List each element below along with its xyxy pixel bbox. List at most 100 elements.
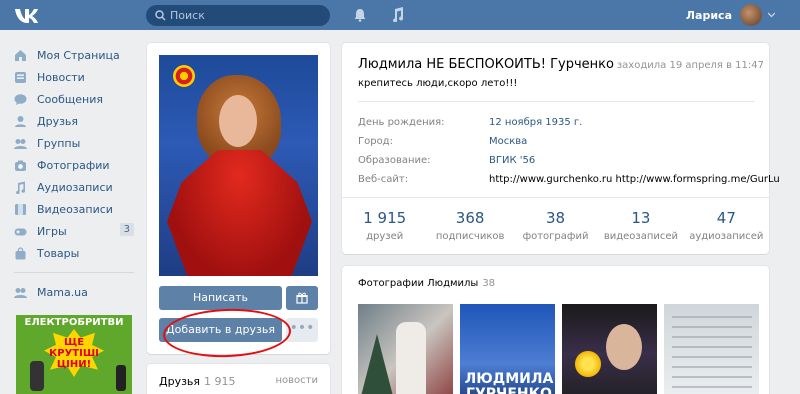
ad-burst-text: ЩЕ КРУТІШІ ЦІНИ!: [49, 337, 99, 370]
group-icon: [14, 138, 27, 149]
sidebar-item-mama-ua[interactable]: Mama.ua: [14, 281, 134, 303]
counter-number: 13: [631, 209, 651, 227]
sidebar-item-label: Игры: [37, 224, 67, 238]
info-key: Город:: [358, 136, 393, 147]
ad-product-image: [116, 365, 126, 391]
music-note-icon[interactable]: [391, 7, 404, 22]
thumb-text-lines: [672, 316, 752, 394]
profile-avatar-card: Написать сообщение Добавить в друзья •••: [147, 43, 330, 354]
last-seen: заходила 19 апреля в 11:47: [616, 60, 764, 71]
friends-block: Друзья 1 915 новости: [147, 364, 330, 394]
photo-thumbnail[interactable]: [358, 304, 453, 394]
sidebar-nav: Моя Страница Новости Сообщения Друзья Гр…: [14, 44, 134, 303]
profile-status[interactable]: крепитесь люди,скоро лето!!!: [358, 78, 517, 89]
sidebar-item-label: Группы: [37, 136, 81, 150]
film-icon: [15, 203, 26, 215]
counter-label: видеозаписей: [603, 231, 679, 242]
gift-button[interactable]: [286, 286, 318, 310]
sidebar-item-label: Фотографии: [37, 158, 110, 172]
user-avatar[interactable]: [740, 4, 762, 26]
counter-number: 38: [545, 209, 566, 227]
sidebar-item-friends[interactable]: Друзья: [14, 110, 134, 132]
profile-counters: 1 915 друзей 368 подписчиков 38 фотограф…: [342, 205, 769, 250]
photo-thumbnail[interactable]: ЛЮДМИЛА ГУРЧЕНКО: [460, 304, 555, 394]
friends-title: Друзья: [159, 375, 201, 388]
sidebar-item-label: Новости: [37, 70, 85, 84]
sidebar-item-my-page[interactable]: Моя Страница: [14, 44, 134, 66]
thumb-caption: ЛЮДМИЛА ГУРЧЕНКО: [464, 371, 554, 394]
sidebar-item-video[interactable]: Видеозаписи: [14, 198, 134, 220]
news-icon: [15, 71, 26, 83]
photo-face: [219, 95, 257, 147]
ad-title: ЕЛЕКТРОБРИТВИ: [24, 317, 124, 328]
sidebar-item-groups[interactable]: Группы: [14, 132, 134, 154]
thumb-tree: [360, 334, 394, 394]
sidebar-item-label: Аудиозаписи: [37, 180, 113, 194]
music-note-icon: [16, 181, 26, 194]
games-count-badge: 3: [119, 223, 134, 236]
counter-friends[interactable]: 1 915 друзей: [342, 205, 427, 250]
photos-title: Фотографии Людмилы: [358, 278, 479, 289]
divider: [342, 197, 769, 198]
thumb-flower: [568, 344, 608, 384]
counter-videos[interactable]: 13 видеозаписей: [598, 205, 683, 250]
vk-logo-icon[interactable]: [14, 7, 44, 25]
photo-dress: [167, 150, 312, 276]
counter-label: подписчиков: [435, 231, 505, 242]
photos-block: Фотографии Людмилы 38 ЛЮДМИЛА ГУРЧЕНКО: [342, 266, 769, 394]
sidebar-item-audio[interactable]: Аудиозаписи: [14, 176, 134, 198]
sidebar-item-games[interactable]: Игры 3: [14, 220, 134, 242]
friends-header[interactable]: Друзья 1 915: [159, 375, 236, 388]
photo-logo: [173, 65, 195, 87]
info-value[interactable]: 12 ноября 1935 г.: [489, 117, 582, 128]
sidebar-item-label: Сообщения: [37, 92, 104, 106]
gamepad-icon: [14, 228, 27, 235]
info-value[interactable]: http://www.gurchenko.ru http://www.forms…: [489, 174, 780, 185]
user-name[interactable]: Лариса: [686, 9, 732, 22]
search-input[interactable]: Поиск: [146, 5, 330, 26]
chevron-down-icon[interactable]: [768, 11, 775, 18]
thumb-face: [606, 324, 642, 370]
counter-number: 47: [716, 209, 736, 227]
write-message-button[interactable]: Написать сообщение: [159, 286, 282, 328]
thumb-person: [396, 322, 426, 394]
counter-audio[interactable]: 47 аудиозаписей: [684, 205, 769, 250]
photo-thumbnail[interactable]: [562, 304, 657, 394]
search-icon: [155, 10, 166, 21]
camera-icon: [15, 160, 26, 171]
sidebar-item-messages[interactable]: Сообщения: [14, 88, 134, 110]
sidebar-item-photos[interactable]: Фотографии: [14, 154, 134, 176]
info-value[interactable]: Москва: [489, 136, 527, 147]
top-bar: Поиск Лариса: [0, 0, 800, 30]
search-placeholder: Поиск: [170, 9, 205, 22]
profile-name: Людмила НЕ БЕСПОКОИТЬ! Гурченко: [358, 57, 614, 72]
bag-icon: [15, 246, 26, 259]
info-key: Веб-сайт:: [358, 174, 409, 185]
sidebar-divider: [14, 272, 134, 273]
divider: [358, 101, 755, 102]
sidebar-item-label: Товары: [37, 246, 80, 260]
sidebar-item-label: Моя Страница: [37, 48, 120, 62]
bell-icon[interactable]: [353, 8, 367, 22]
counter-number: 1 915: [363, 209, 407, 227]
counter-photos[interactable]: 38 фотографий: [513, 205, 598, 250]
ad-banner[interactable]: ЕЛЕКТРОБРИТВИ ЩЕ КРУТІШІ ЦІНИ!: [16, 315, 132, 394]
counter-number: 368: [455, 209, 485, 227]
chat-icon: [14, 93, 27, 105]
photo-thumbnail[interactable]: [664, 304, 759, 394]
profile-photo[interactable]: [159, 55, 318, 276]
photos-count: 38: [482, 278, 496, 289]
info-key: Образование:: [358, 155, 431, 166]
sidebar-item-news[interactable]: Новости: [14, 66, 134, 88]
counter-label: фотографий: [522, 231, 589, 242]
profile-info-card: Людмила НЕ БЕСПОКОИТЬ! Гурченко заходила…: [342, 43, 780, 254]
friends-count: 1 915: [204, 375, 236, 388]
counter-followers[interactable]: 368 подписчиков: [427, 205, 512, 250]
sidebar-item-goods[interactable]: Товары: [14, 242, 134, 264]
person-icon: [15, 115, 26, 127]
friends-news-link[interactable]: новости: [276, 375, 319, 386]
ad-product-image: [30, 361, 44, 391]
info-value[interactable]: ВГИК '56: [489, 155, 535, 166]
sidebar-item-label: Друзья: [37, 114, 79, 128]
photos-header[interactable]: Фотографии Людмилы 38: [358, 278, 495, 289]
